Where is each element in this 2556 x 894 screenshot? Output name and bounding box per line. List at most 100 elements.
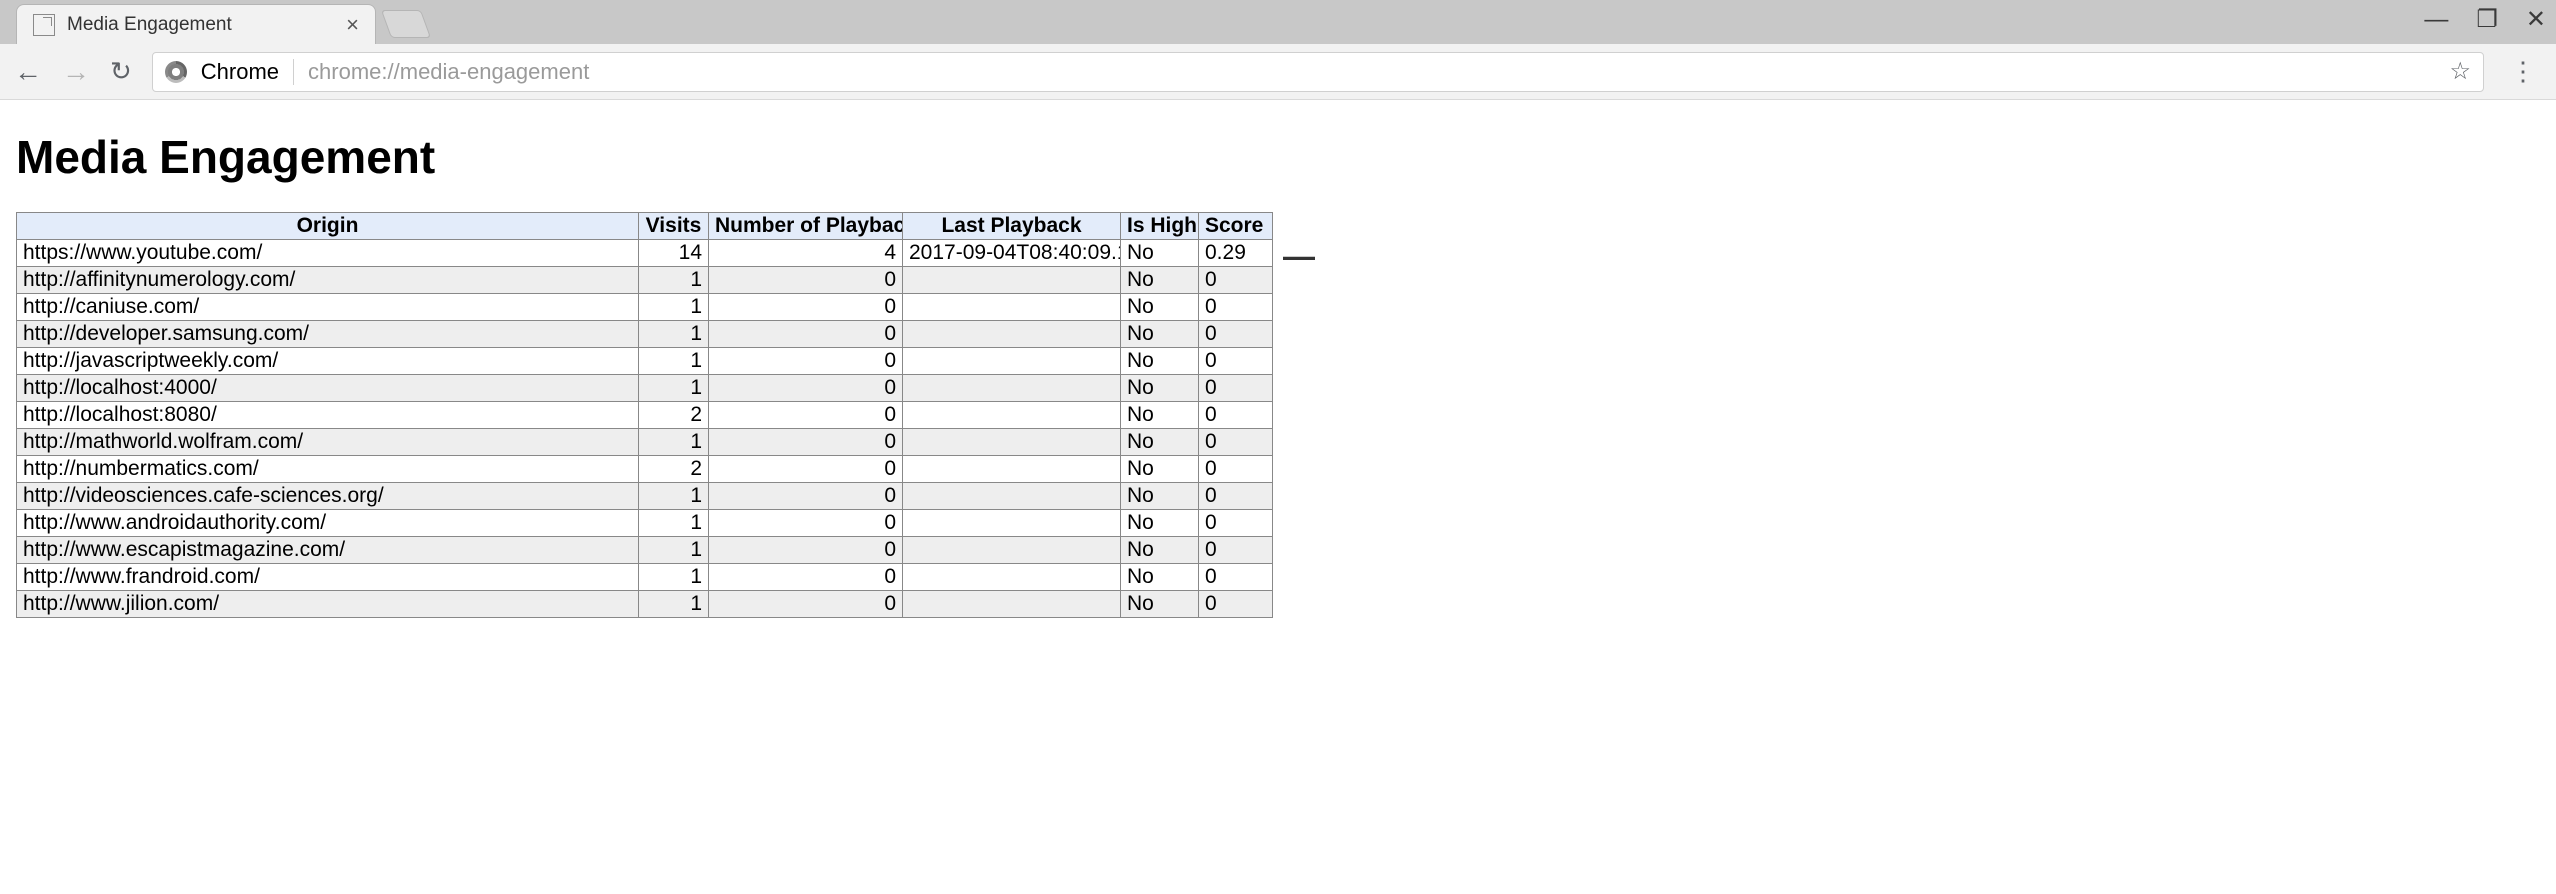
- cell-visits: 1: [639, 537, 709, 564]
- cell-origin: http://videosciences.cafe-sciences.org/: [17, 483, 639, 510]
- cell-last: 2017-09-04T08:40:09.188Z: [903, 240, 1121, 267]
- cell-last: [903, 429, 1121, 456]
- table-row[interactable]: http://developer.samsung.com/10No0: [17, 321, 1273, 348]
- minimize-icon[interactable]: —: [2424, 8, 2448, 32]
- cell-origin: http://localhost:4000/: [17, 375, 639, 402]
- cell-visits: 1: [639, 429, 709, 456]
- table-row[interactable]: http://www.jilion.com/10No0: [17, 591, 1273, 618]
- col-visits[interactable]: Visits: [639, 213, 709, 240]
- cell-playbacks: 0: [709, 321, 903, 348]
- cell-origin: http://www.escapistmagazine.com/: [17, 537, 639, 564]
- cell-visits: 1: [639, 294, 709, 321]
- col-score[interactable]: Score ▼: [1199, 213, 1273, 240]
- cell-high: No: [1121, 537, 1199, 564]
- table-row[interactable]: http://affinitynumerology.com/10No0: [17, 267, 1273, 294]
- col-playbacks[interactable]: Number of Playbacks: [709, 213, 903, 240]
- address-bar[interactable]: Chrome chrome://media-engagement ☆: [152, 52, 2484, 92]
- bookmark-star-icon[interactable]: ☆: [2449, 57, 2471, 86]
- cell-high: No: [1121, 402, 1199, 429]
- cell-origin: http://www.androidauthority.com/: [17, 510, 639, 537]
- cell-visits: 2: [639, 402, 709, 429]
- table-row[interactable]: https://www.youtube.com/1442017-09-04T08…: [17, 240, 1273, 267]
- table-row[interactable]: http://www.escapistmagazine.com/10No0: [17, 537, 1273, 564]
- new-tab-button[interactable]: [381, 10, 431, 38]
- cell-playbacks: 0: [709, 294, 903, 321]
- cell-origin: http://affinitynumerology.com/: [17, 267, 639, 294]
- maximize-icon[interactable]: ❐: [2476, 8, 2498, 32]
- tab-favicon-icon: [33, 14, 55, 36]
- cell-high: No: [1121, 321, 1199, 348]
- table-row[interactable]: http://numbermatics.com/20No0: [17, 456, 1273, 483]
- cell-score: 0: [1199, 321, 1273, 348]
- remove-row-button[interactable]: —: [1283, 240, 1315, 272]
- col-last-playback[interactable]: Last Playback: [903, 213, 1121, 240]
- engagement-table: Origin Visits Number of Playbacks Last P…: [16, 212, 1273, 618]
- tab-strip: Media Engagement × — ❐ ✕: [0, 0, 2556, 44]
- cell-high: No: [1121, 564, 1199, 591]
- cell-origin: http://www.frandroid.com/: [17, 564, 639, 591]
- cell-score: 0: [1199, 456, 1273, 483]
- cell-visits: 2: [639, 456, 709, 483]
- table-row[interactable]: http://mathworld.wolfram.com/10No0: [17, 429, 1273, 456]
- close-window-icon[interactable]: ✕: [2526, 8, 2546, 32]
- back-button[interactable]: ←: [14, 56, 42, 88]
- cell-origin: http://developer.samsung.com/: [17, 321, 639, 348]
- cell-playbacks: 0: [709, 591, 903, 618]
- cell-score: 0: [1199, 375, 1273, 402]
- cell-high: No: [1121, 510, 1199, 537]
- forward-button[interactable]: →: [62, 56, 90, 88]
- table-row[interactable]: http://videosciences.cafe-sciences.org/1…: [17, 483, 1273, 510]
- cell-visits: 1: [639, 375, 709, 402]
- cell-last: [903, 402, 1121, 429]
- cell-score: 0: [1199, 564, 1273, 591]
- table-row[interactable]: http://www.androidauthority.com/10No0: [17, 510, 1273, 537]
- cell-playbacks: 0: [709, 267, 903, 294]
- url-text: chrome://media-engagement: [308, 59, 589, 85]
- cell-visits: 14: [639, 240, 709, 267]
- url-scheme-label: Chrome: [201, 59, 294, 85]
- cell-playbacks: 0: [709, 510, 903, 537]
- cell-last: [903, 348, 1121, 375]
- cell-origin: http://caniuse.com/: [17, 294, 639, 321]
- reload-button[interactable]: ↻: [110, 56, 132, 87]
- cell-playbacks: 0: [709, 483, 903, 510]
- cell-score: 0: [1199, 429, 1273, 456]
- cell-last: [903, 375, 1121, 402]
- browser-window: Media Engagement × — ❐ ✕ ← → ↻ Chrome ch…: [0, 0, 2556, 630]
- cell-last: [903, 321, 1121, 348]
- cell-origin: http://www.jilion.com/: [17, 591, 639, 618]
- cell-playbacks: 0: [709, 402, 903, 429]
- cell-last: [903, 483, 1121, 510]
- cell-playbacks: 0: [709, 456, 903, 483]
- cell-score: 0: [1199, 483, 1273, 510]
- cell-high: No: [1121, 429, 1199, 456]
- table-row[interactable]: http://caniuse.com/10No0: [17, 294, 1273, 321]
- chrome-icon: [165, 61, 187, 83]
- cell-score: 0: [1199, 294, 1273, 321]
- cell-visits: 1: [639, 483, 709, 510]
- cell-high: No: [1121, 348, 1199, 375]
- cell-visits: 1: [639, 510, 709, 537]
- cell-last: [903, 456, 1121, 483]
- menu-kebab-icon[interactable]: ⋮: [2504, 56, 2542, 87]
- cell-last: [903, 294, 1121, 321]
- table-row[interactable]: http://javascriptweekly.com/10No0: [17, 348, 1273, 375]
- table-header-row: Origin Visits Number of Playbacks Last P…: [17, 213, 1273, 240]
- cell-playbacks: 0: [709, 429, 903, 456]
- browser-toolbar: ← → ↻ Chrome chrome://media-engagement ☆…: [0, 44, 2556, 100]
- cell-visits: 1: [639, 267, 709, 294]
- tab-close-icon[interactable]: ×: [346, 14, 359, 36]
- table-row[interactable]: http://localhost:8080/20No0: [17, 402, 1273, 429]
- cell-high: No: [1121, 267, 1199, 294]
- cell-origin: http://localhost:8080/: [17, 402, 639, 429]
- cell-score: 0: [1199, 402, 1273, 429]
- cell-score: 0: [1199, 267, 1273, 294]
- page-content: Media Engagement Origin Visits Number of…: [0, 100, 2556, 630]
- cell-playbacks: 0: [709, 564, 903, 591]
- col-origin[interactable]: Origin: [17, 213, 639, 240]
- browser-tab[interactable]: Media Engagement ×: [16, 4, 376, 44]
- col-is-high[interactable]: Is High: [1121, 213, 1199, 240]
- cell-last: [903, 564, 1121, 591]
- table-row[interactable]: http://localhost:4000/10No0: [17, 375, 1273, 402]
- table-row[interactable]: http://www.frandroid.com/10No0: [17, 564, 1273, 591]
